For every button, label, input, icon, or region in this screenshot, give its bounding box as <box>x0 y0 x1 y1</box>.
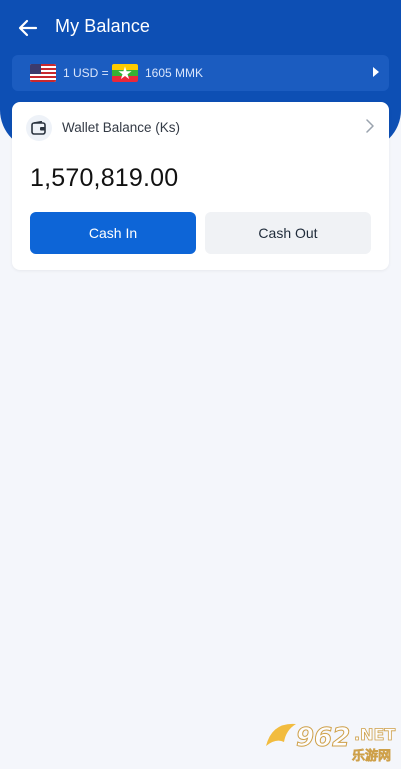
back-button[interactable] <box>12 12 44 44</box>
wallet-balance-label: Wallet Balance (Ks) <box>62 120 181 135</box>
top-app-bar: My Balance <box>0 0 401 56</box>
chevron-right-icon <box>366 119 374 133</box>
caret-right-icon <box>373 67 379 77</box>
arrow-left-icon <box>18 19 38 37</box>
cash-in-button[interactable]: Cash In <box>30 212 196 254</box>
us-flag-icon <box>30 64 56 82</box>
wallet-balance-amount: 1,570,819.00 <box>30 164 179 192</box>
wallet-icon <box>26 115 52 141</box>
watermark-logo: 962 .NET 乐游网 <box>262 716 396 764</box>
svg-text:962: 962 <box>296 723 350 753</box>
rate-from-label: 1 USD = <box>63 66 109 80</box>
rate-to-label: 1605 MMK <box>145 66 204 80</box>
svg-text:.NET: .NET <box>354 725 395 744</box>
exchange-rate-bar[interactable]: 1 USD = 1605 MMK <box>12 55 389 91</box>
wallet-balance-row[interactable]: Wallet Balance (Ks) <box>12 102 389 152</box>
myanmar-flag-icon <box>112 64 138 82</box>
cash-out-button[interactable]: Cash Out <box>205 212 371 254</box>
svg-text:乐游网: 乐游网 <box>352 748 391 764</box>
wallet-card: Wallet Balance (Ks) 1,570,819.00 Cash In… <box>12 102 389 270</box>
page-title: My Balance <box>55 16 151 36</box>
